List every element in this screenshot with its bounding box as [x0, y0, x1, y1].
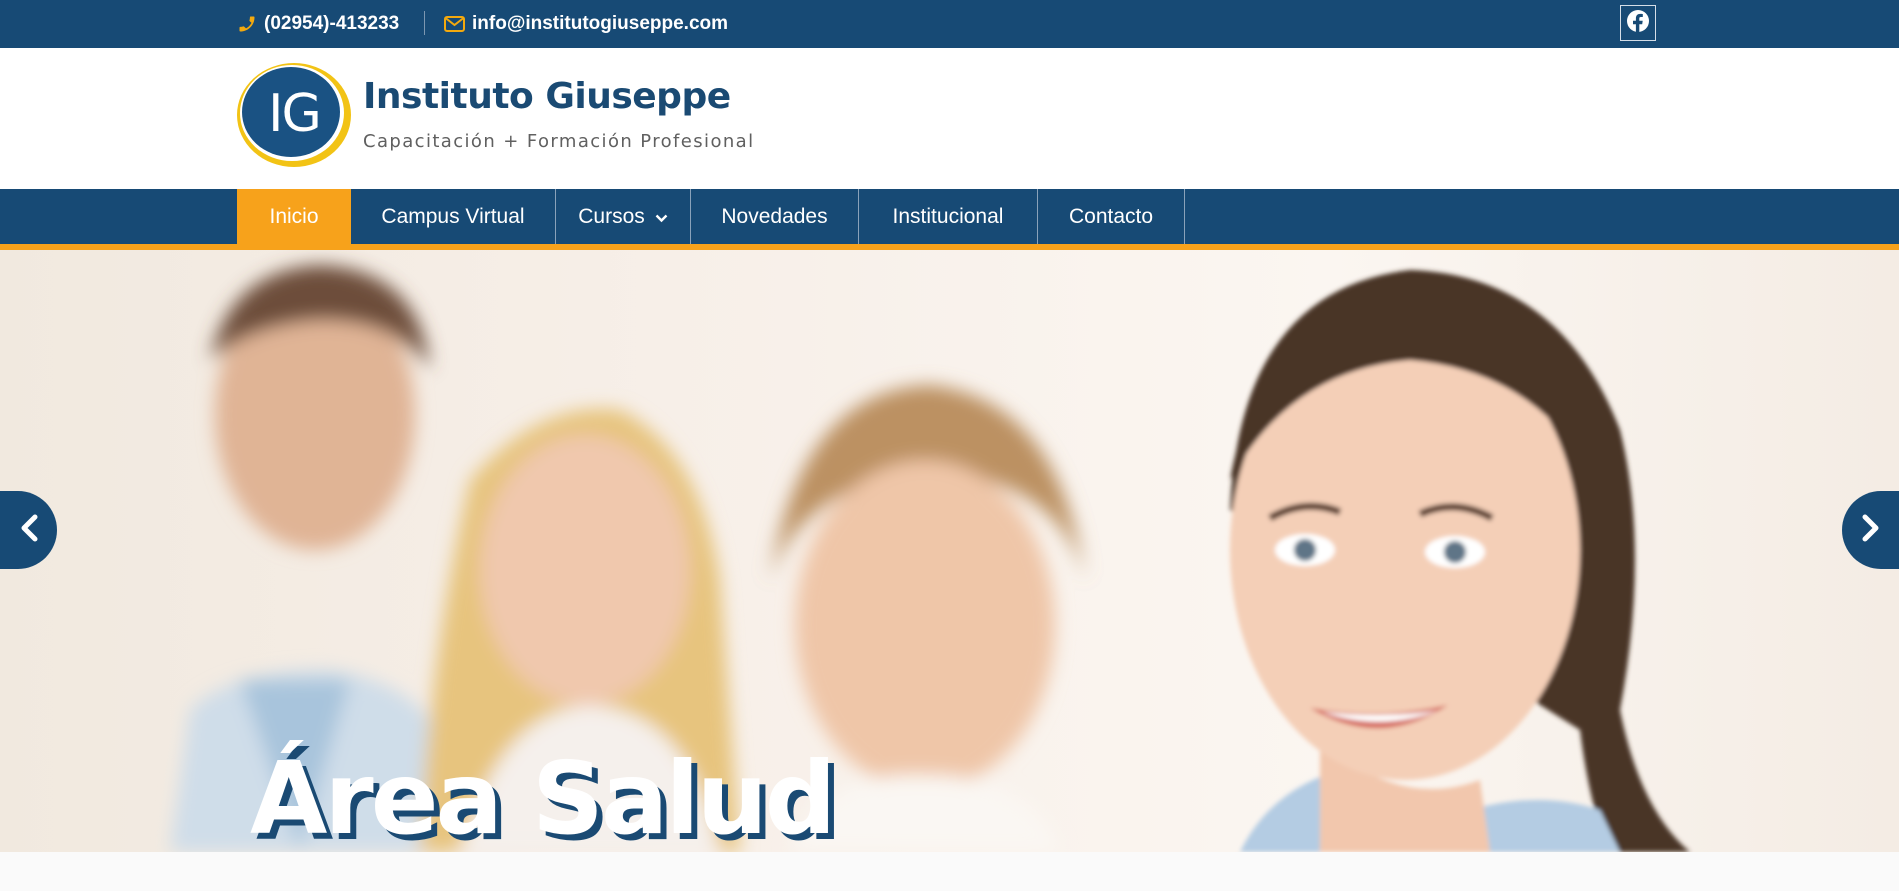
site-logo[interactable]: IG [236, 62, 352, 168]
chevron-right-icon [1860, 513, 1882, 548]
nav-item-inicio[interactable]: Inicio [237, 189, 351, 244]
facebook-icon [1626, 9, 1650, 38]
facebook-button[interactable] [1620, 5, 1656, 41]
site-header: IG Instituto Giuseppe Capacitación + For… [0, 48, 1899, 189]
envelope-icon [444, 16, 465, 32]
slide-caption: Área Salud [250, 740, 836, 852]
nav-label: Cursos [578, 204, 645, 228]
nav-label: Contacto [1068, 204, 1154, 228]
main-navigation: Inicio Campus Virtual Cursos Novedades I… [0, 189, 1899, 244]
logo-text: IG [268, 84, 322, 144]
phone-icon [237, 14, 257, 34]
email-contact[interactable]: info@institutogiuseppe.com [444, 0, 728, 48]
nav-label: Novedades [721, 204, 828, 228]
nav-item-institucional[interactable]: Institucional [859, 189, 1038, 244]
nav-item-campus-virtual[interactable]: Campus Virtual [351, 189, 556, 244]
chevron-left-icon [18, 513, 40, 548]
hero-slider: Área Salud [0, 250, 1899, 852]
nav-item-contacto[interactable]: Contacto [1038, 189, 1185, 244]
nav-item-cursos[interactable]: Cursos [556, 189, 691, 244]
contact-divider [424, 11, 425, 35]
nav-item-novedades[interactable]: Novedades [691, 189, 859, 244]
site-tagline: Capacitación + Formación Profesional [363, 131, 755, 152]
nav-label: Campus Virtual [381, 204, 525, 228]
nav-label: Inicio [269, 204, 319, 228]
phone-number: (02954)-413233 [264, 13, 400, 34]
top-contact-bar: (02954)-413233 info@institutogiuseppe.co… [0, 0, 1899, 48]
site-title[interactable]: Instituto Giuseppe [363, 76, 731, 117]
phone-contact[interactable]: (02954)-413233 [237, 0, 399, 48]
email-address: info@institutogiuseppe.com [472, 13, 729, 34]
chevron-down-icon [655, 214, 668, 223]
nav-label: Institucional [892, 204, 1004, 228]
